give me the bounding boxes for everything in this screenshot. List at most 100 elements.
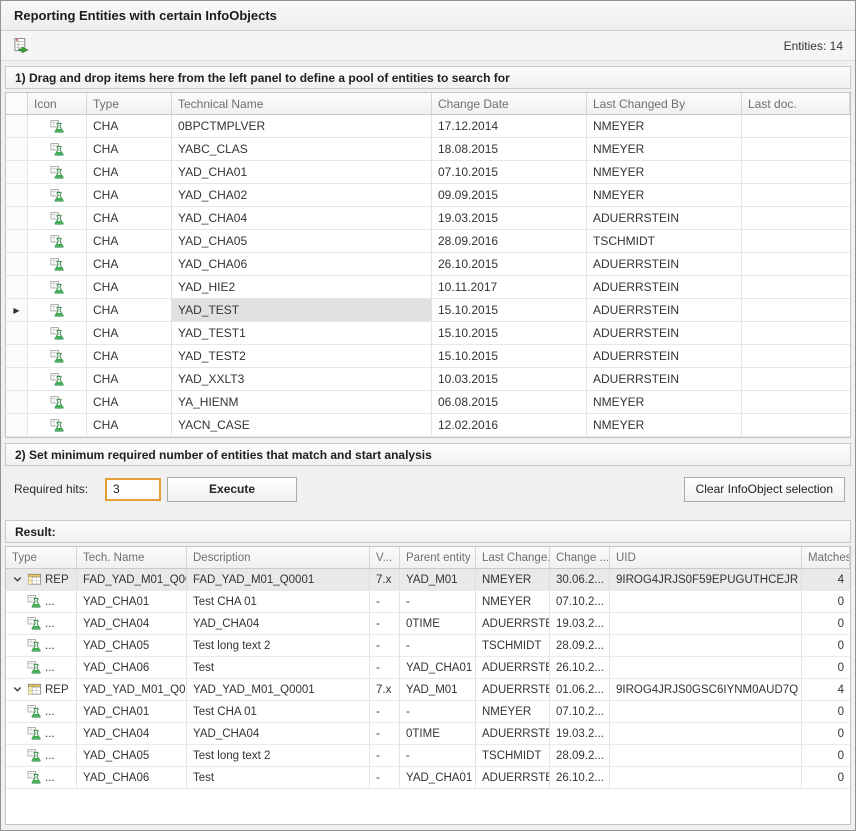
pool-table-row[interactable]: CHAYAD_CHA0209.09.2015NMEYER (6, 184, 850, 207)
pool-table-row[interactable]: CHAYAD_CHA0107.10.2015NMEYER (6, 161, 850, 184)
result-child-row[interactable]: ...YAD_CHA06Test-YAD_CHA01ADUERRSTE...26… (6, 657, 850, 679)
technical-name-cell: YAD_CHA05 (172, 230, 432, 252)
cha-flask-icon (50, 349, 65, 364)
pool-header-last-changed-by[interactable]: Last Changed By (587, 93, 742, 114)
pool-table-row[interactable]: CHAYAD_TEST115.10.2015ADUERRSTEIN (6, 322, 850, 345)
window-title: Reporting Entities with certain InfoObje… (14, 8, 277, 23)
collapse-toggle-icon[interactable] (10, 684, 24, 695)
result-header-change-date[interactable]: Change ... (550, 547, 610, 568)
pool-table-row[interactable]: CHAYAD_HIE210.11.2017ADUERRSTEIN (6, 276, 850, 299)
pool-header-type[interactable]: Type (87, 93, 172, 114)
icon-cell (28, 184, 87, 206)
result-parent-row[interactable]: REPFAD_YAD_M01_Q0001FAD_YAD_M01_Q00017.x… (6, 569, 850, 591)
result-child-row[interactable]: ...YAD_CHA05Test long text 2--TSCHMIDT28… (6, 635, 850, 657)
type-cell: ... (6, 723, 77, 744)
row-selector (6, 161, 28, 183)
collapse-toggle-icon[interactable] (10, 574, 24, 585)
matches-cell: 0 (802, 591, 850, 612)
pool-table-row[interactable]: CHAYAD_TEST215.10.2015ADUERRSTEIN (6, 345, 850, 368)
type-cell: ... (6, 591, 77, 612)
row-selector (6, 253, 28, 275)
change-date-cell: 26.10.2... (550, 767, 610, 788)
change-date-cell: 10.03.2015 (432, 368, 587, 390)
result-header-description[interactable]: Description (187, 547, 370, 568)
pool-table-body: CHA0BPCTMPLVER17.12.2014NMEYERCHAYABC_CL… (6, 115, 850, 437)
result-header-matches[interactable]: Matches (802, 547, 850, 568)
icon-cell (28, 138, 87, 160)
tech-name-cell: YAD_CHA04 (77, 723, 187, 744)
type-cell: ... (6, 613, 77, 634)
last-doc-cell (742, 299, 850, 321)
last-changed-by-cell: ADUERRSTEIN (587, 276, 742, 298)
type-cell: ... (6, 767, 77, 788)
last-changed-by-cell: TSCHMIDT (587, 230, 742, 252)
app-window: Reporting Entities with certain InfoObje… (0, 0, 856, 831)
result-header-uid[interactable]: UID (610, 547, 802, 568)
pool-table-row[interactable]: CHA0BPCTMPLVER17.12.2014NMEYER (6, 115, 850, 138)
last-doc-cell (742, 368, 850, 390)
execute-button[interactable]: Execute (167, 477, 297, 502)
uid-cell (610, 767, 802, 788)
change-date-cell: 10.11.2017 (432, 276, 587, 298)
last-changed-by-cell: TSCHMIDT (476, 635, 550, 656)
export-table-button[interactable] (9, 34, 33, 58)
pool-header-icon[interactable]: Icon (28, 93, 87, 114)
uid-cell (610, 745, 802, 766)
cha-flask-icon (50, 234, 65, 249)
result-child-row[interactable]: ...YAD_CHA06Test-YAD_CHA01ADUERRSTE...26… (6, 767, 850, 789)
icon-cell (28, 115, 87, 137)
last-doc-cell (742, 414, 850, 436)
result-header-type[interactable]: Type (6, 547, 77, 568)
pool-table-row[interactable]: CHAYAD_CHA0419.03.2015ADUERRSTEIN (6, 207, 850, 230)
parent-entity-cell: - (400, 635, 476, 656)
pool-table-row[interactable]: CHAYA_HIENM06.08.2015NMEYER (6, 391, 850, 414)
pool-header-last-doc[interactable]: Last doc. (742, 93, 850, 114)
row-selector (6, 414, 28, 436)
pool-table-row[interactable]: CHAYAD_CHA0528.09.2016TSCHMIDT (6, 230, 850, 253)
uid-cell (610, 701, 802, 722)
result-header-version[interactable]: V... (370, 547, 400, 568)
version-cell: - (370, 591, 400, 612)
change-date-cell: 15.10.2015 (432, 345, 587, 367)
pool-table-row[interactable]: CHAYABC_CLAS18.08.2015NMEYER (6, 138, 850, 161)
result-header-last-changed[interactable]: Last Change... (476, 547, 550, 568)
type-label: ... (45, 640, 55, 652)
result-child-row[interactable]: ...YAD_CHA01Test CHA 01--NMEYER07.10.2..… (6, 591, 850, 613)
result-child-row[interactable]: ...YAD_CHA01Test CHA 01--NMEYER07.10.2..… (6, 701, 850, 723)
technical-name-cell: 0BPCTMPLVER (172, 115, 432, 137)
row-selector (6, 115, 28, 137)
last-doc-cell (742, 207, 850, 229)
cha-flask-icon (50, 165, 65, 180)
change-date-cell: 15.10.2015 (432, 322, 587, 344)
row-selector (6, 276, 28, 298)
pool-table-row[interactable]: CHAYAD_XXLT310.03.2015ADUERRSTEIN (6, 368, 850, 391)
pool-table-header-row: Icon Type Technical Name Change Date Las… (6, 93, 850, 115)
required-hits-input[interactable] (105, 478, 161, 501)
pool-header-change-date[interactable]: Change Date (432, 93, 587, 114)
pool-table-row[interactable]: CHAYAD_CHA0626.10.2015ADUERRSTEIN (6, 253, 850, 276)
row-selector: ▶ (6, 299, 28, 321)
last-changed-by-cell: NMEYER (587, 184, 742, 206)
pool-section-title: 1) Drag and drop items here from the lef… (15, 71, 510, 85)
result-parent-row[interactable]: REPYAD_YAD_M01_Q0001YAD_YAD_M01_Q00017.x… (6, 679, 850, 701)
result-child-row[interactable]: ...YAD_CHA04YAD_CHA04-0TIMEADUERRSTE...1… (6, 613, 850, 635)
pool-header-technical-name[interactable]: Technical Name (172, 93, 432, 114)
result-section-title: Result: (15, 525, 56, 539)
technical-name-cell: YAD_XXLT3 (172, 368, 432, 390)
pool-table-row[interactable]: CHAYACN_CASE12.02.2016NMEYER (6, 414, 850, 437)
type-label: ... (45, 618, 55, 630)
last-doc-cell (742, 115, 850, 137)
cha-flask-icon (50, 142, 65, 157)
result-child-row[interactable]: ...YAD_CHA04YAD_CHA04-0TIMEADUERRSTE...1… (6, 723, 850, 745)
change-date-cell: 06.08.2015 (432, 391, 587, 413)
result-table-header-row: Type Tech. Name Description V... Parent … (6, 547, 850, 569)
change-date-cell: 26.10.2... (550, 657, 610, 678)
result-child-row[interactable]: ...YAD_CHA05Test long text 2--TSCHMIDT28… (6, 745, 850, 767)
result-header-tech-name[interactable]: Tech. Name (77, 547, 187, 568)
pool-table-row[interactable]: ▶CHAYAD_TEST15.10.2015ADUERRSTEIN (6, 299, 850, 322)
technical-name-cell: YAD_CHA01 (172, 161, 432, 183)
clear-infoobject-selection-button[interactable]: Clear InfoObject selection (684, 477, 845, 502)
last-changed-by-cell: ADUERRSTEIN (587, 299, 742, 321)
result-header-parent-entity[interactable]: Parent entity (400, 547, 476, 568)
type-cell: CHA (87, 184, 172, 206)
